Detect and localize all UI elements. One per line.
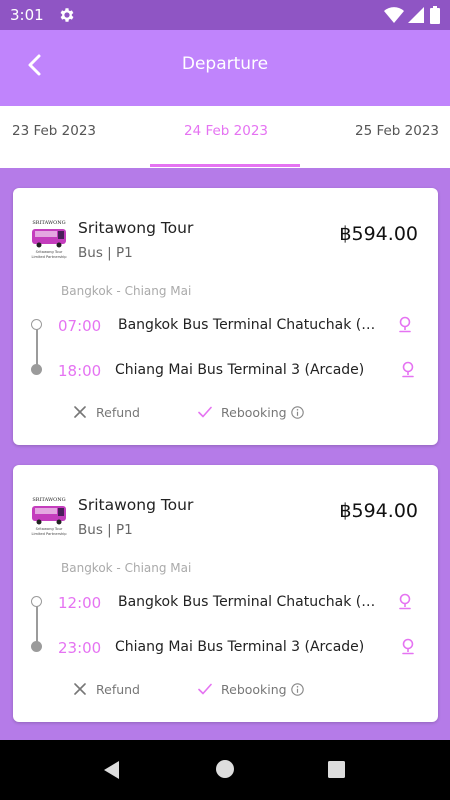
date-tabs: 23 Feb 2023 24 Feb 2023 25 Feb 2023 <box>0 106 450 168</box>
close-icon <box>74 406 86 418</box>
wifi-icon <box>384 7 404 23</box>
battery-icon <box>430 6 440 24</box>
timeline-line <box>36 324 38 368</box>
departure-place: Bangkok Bus Terminal Chatuchak (Mo Chit … <box>118 594 378 610</box>
trip-list[interactable]: SRITAWONG Sritawong Tour Limited Partner… <box>0 168 450 740</box>
timeline-line <box>36 601 38 645</box>
svg-text:Limited Partnership: Limited Partnership <box>31 255 67 259</box>
arrival-place: Chiang Mai Bus Terminal 3 (Arcade) <box>115 362 365 378</box>
tab-date-next[interactable]: 25 Feb 2023 <box>355 123 439 139</box>
nav-home-icon[interactable] <box>216 760 234 778</box>
departure-time: 12:00 <box>58 594 102 612</box>
trip-card[interactable]: SRITAWONG Sritawong Tour Limited Partner… <box>13 465 438 722</box>
gear-icon <box>60 8 74 22</box>
tab-date-prev[interactable]: 23 Feb 2023 <box>12 123 96 139</box>
departure-dot <box>31 596 42 607</box>
system-nav-bar <box>0 740 450 800</box>
nav-recents-icon[interactable] <box>328 761 345 778</box>
route-label: Bangkok - Chiang Mai <box>61 284 192 298</box>
info-icon[interactable] <box>291 683 304 696</box>
departure-place: Bangkok Bus Terminal Chatuchak (Mo Chit … <box>118 317 378 333</box>
rebooking-label: Rebooking <box>221 682 287 697</box>
departure-time: 07:00 <box>58 317 102 335</box>
location-pin-icon[interactable] <box>397 593 413 611</box>
svg-text:SRITAWONG: SRITAWONG <box>32 220 65 226</box>
check-icon <box>198 406 212 418</box>
rebooking-label: Rebooking <box>221 405 287 420</box>
tab-date-selected[interactable]: 24 Feb 2023 <box>184 123 268 139</box>
location-pin-icon[interactable] <box>400 638 416 656</box>
refund-label: Refund <box>96 682 140 697</box>
signal-icon <box>408 7 424 23</box>
refund-label: Refund <box>96 405 140 420</box>
svg-text:Sritawong Tour: Sritawong Tour <box>36 250 63 254</box>
svg-text:SRITAWONG: SRITAWONG <box>32 497 65 503</box>
arrival-dot <box>31 364 42 375</box>
close-icon <box>74 683 86 695</box>
company-name: Sritawong Tour <box>78 496 194 514</box>
app-bar: Departure <box>0 30 450 106</box>
tab-indicator <box>150 164 300 167</box>
vehicle-type: Bus | P1 <box>78 245 133 261</box>
trip-price: ฿594.00 <box>339 500 418 522</box>
departure-dot <box>31 319 42 330</box>
arrival-dot <box>31 641 42 652</box>
location-pin-icon[interactable] <box>400 361 416 379</box>
check-icon <box>198 683 212 695</box>
location-pin-icon[interactable] <box>397 316 413 334</box>
company-name: Sritawong Tour <box>78 219 194 237</box>
status-time: 3:01 <box>10 6 44 24</box>
info-icon[interactable] <box>291 406 304 419</box>
nav-back-icon[interactable] <box>102 760 122 780</box>
status-bar: 3:01 <box>0 0 450 30</box>
trip-card[interactable]: SRITAWONG Sritawong Tour Limited Partner… <box>13 188 438 445</box>
svg-text:Sritawong Tour: Sritawong Tour <box>36 527 63 531</box>
page-title: Departure <box>181 54 269 74</box>
vehicle-type: Bus | P1 <box>78 522 133 538</box>
svg-text:Limited Partnership: Limited Partnership <box>31 532 67 536</box>
trip-price: ฿594.00 <box>339 223 418 245</box>
bus-company-logo: SRITAWONG Sritawong Tour Limited Partner… <box>31 497 67 536</box>
bus-company-logo: SRITAWONG Sritawong Tour Limited Partner… <box>31 220 67 259</box>
arrival-time: 18:00 <box>58 362 102 380</box>
arrival-place: Chiang Mai Bus Terminal 3 (Arcade) <box>115 639 365 655</box>
route-label: Bangkok - Chiang Mai <box>61 561 192 575</box>
arrival-time: 23:00 <box>58 639 102 657</box>
